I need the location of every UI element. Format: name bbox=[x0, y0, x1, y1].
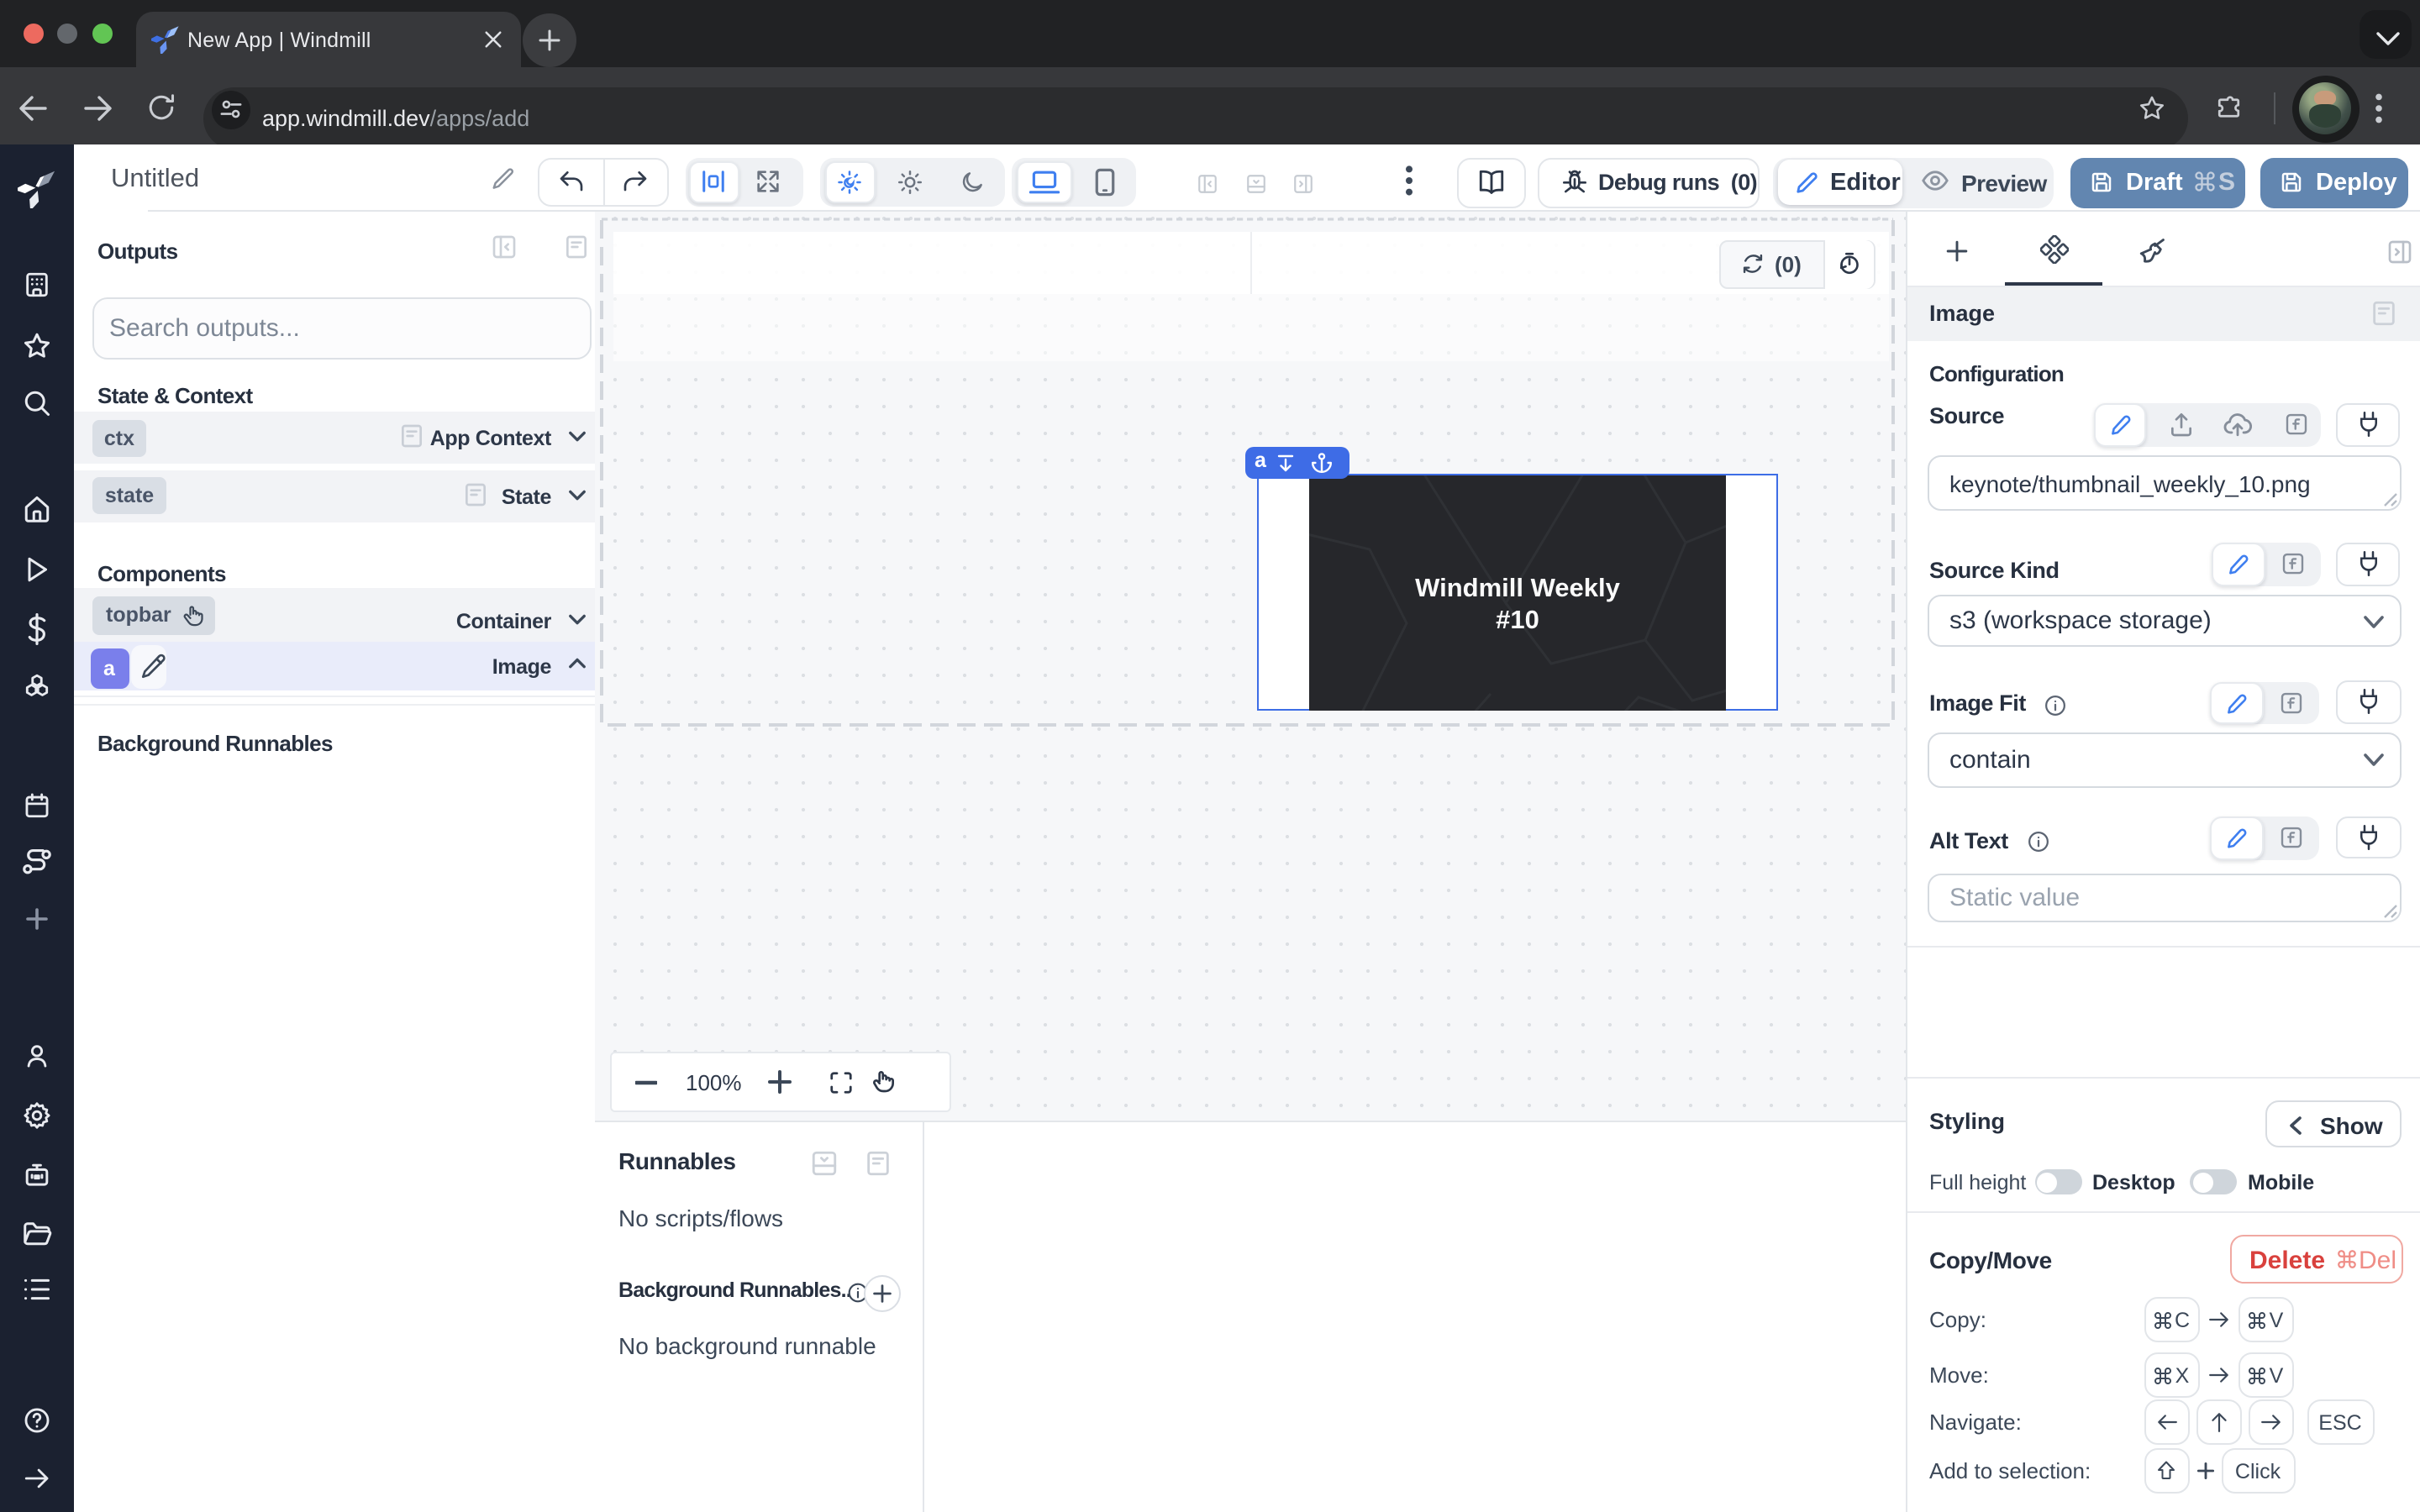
svg-text:Windmill Weekly: Windmill Weekly bbox=[1414, 572, 1620, 601]
svg-text:#10: #10 bbox=[1495, 604, 1539, 633]
